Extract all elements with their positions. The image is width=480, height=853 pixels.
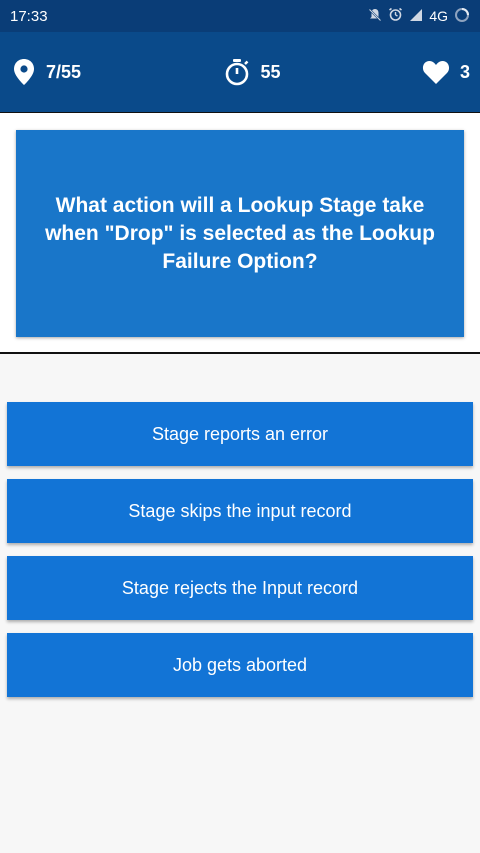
signal-icon [409,8,423,25]
question-area: What action will a Lookup Stage take whe… [0,112,480,354]
quiz-header: 7/55 55 3 [0,32,480,112]
alarm-icon [388,7,403,25]
answer-label: Stage reports an error [151,423,329,444]
timer-stat: 55 [223,58,281,86]
answer-button-3[interactable]: Stage rejects the Input record [7,556,473,620]
answer-label: Stage rejects the Input record [121,577,359,598]
answer-button-4[interactable]: Job gets aborted [7,633,473,697]
answer-button-1[interactable]: Stage reports an error [7,402,473,466]
answer-label: Job gets aborted [172,654,308,675]
timer-value: 55 [260,61,281,82]
progress-stat: 7/55 [12,58,81,86]
status-icons: 4G [368,7,470,26]
question-text: What action will a Lookup Stage take whe… [45,193,435,273]
answer-button-2[interactable]: Stage skips the input record [7,479,473,543]
location-pin-icon [12,58,36,86]
status-bar: 17:33 4G [0,0,480,32]
loading-spinner-icon [454,7,470,26]
question-card: What action will a Lookup Stage take whe… [16,130,464,337]
stopwatch-icon [223,58,251,86]
progress-value: 7/55 [46,61,82,82]
answer-label: Stage skips the input record [128,500,352,521]
heart-icon [422,59,450,85]
status-network: 4G [429,8,448,24]
answers-list: Stage reports an error Stage skips the i… [0,354,480,853]
status-time: 17:33 [10,7,48,25]
lives-stat: 3 [422,59,470,85]
muted-notification-icon [368,8,382,25]
lives-value: 3 [459,61,470,82]
